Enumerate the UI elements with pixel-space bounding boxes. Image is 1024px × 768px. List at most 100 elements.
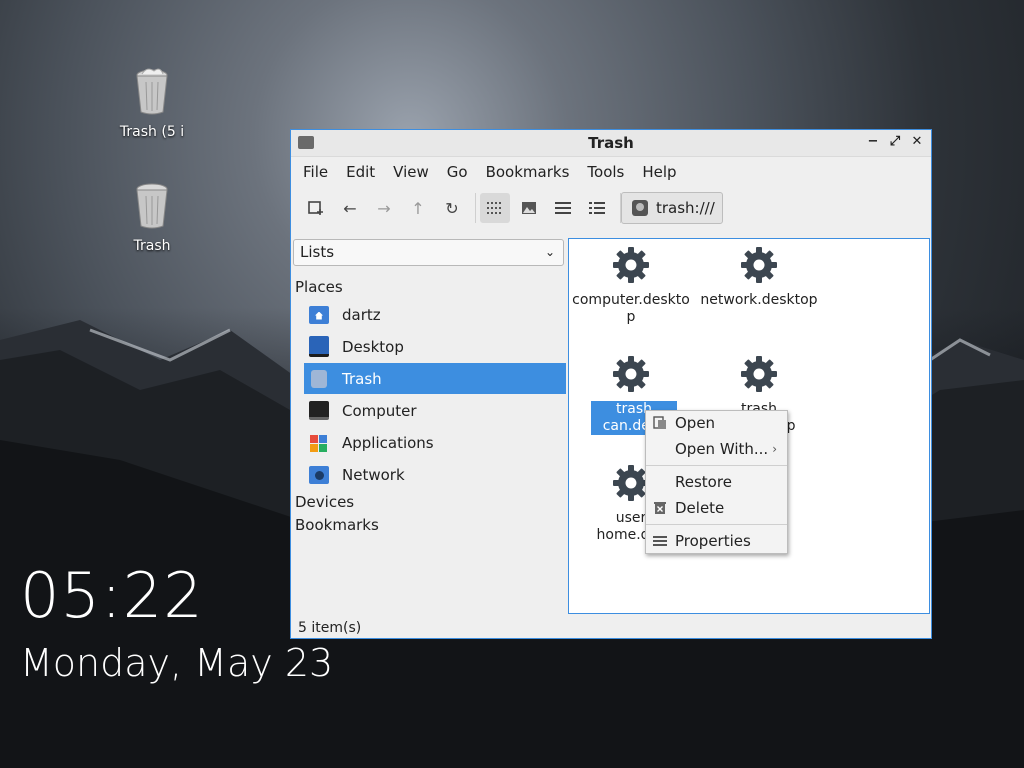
minimize-button[interactable]: − bbox=[865, 133, 881, 151]
arrow-up-icon: ↑ bbox=[411, 198, 425, 218]
trash-empty-icon bbox=[136, 183, 168, 229]
path-bar-label: trash:/// bbox=[656, 199, 715, 217]
clock-time: 05:22 bbox=[20, 559, 204, 632]
icon-view-button[interactable] bbox=[480, 193, 510, 223]
back-button[interactable]: ← bbox=[335, 193, 365, 223]
sidebar-item-label: Trash bbox=[342, 369, 382, 388]
sidebar-item-network[interactable]: Network bbox=[304, 459, 566, 490]
sidebar-mode-value: Lists bbox=[300, 243, 335, 261]
sidebar-item-label: Applications bbox=[342, 433, 434, 452]
reload-icon: ↻ bbox=[445, 198, 459, 218]
sidebar-item-dartz[interactable]: dartz bbox=[304, 299, 566, 330]
detail-list-icon bbox=[589, 202, 605, 214]
menu-help[interactable]: Help bbox=[634, 163, 684, 181]
image-icon bbox=[522, 202, 536, 214]
thumbnail-view-button[interactable] bbox=[514, 193, 544, 223]
menu-separator bbox=[646, 465, 787, 466]
places-heading[interactable]: Places bbox=[295, 278, 343, 296]
window-title: Trash bbox=[588, 134, 634, 152]
menu-item-restore[interactable]: Restore bbox=[646, 470, 787, 494]
trash-full-icon bbox=[136, 68, 168, 115]
menu-item-delete[interactable]: Delete bbox=[646, 496, 787, 520]
status-bar: 5 item(s) bbox=[298, 620, 362, 636]
sidebar-item-desktop[interactable]: Desktop bbox=[304, 331, 566, 362]
sidebar-item-label: Network bbox=[342, 465, 405, 484]
menu-item-properties[interactable]: Properties bbox=[646, 529, 787, 553]
properties-icon bbox=[653, 534, 667, 548]
menu-item-label: Properties bbox=[675, 532, 751, 550]
menu-tools[interactable]: Tools bbox=[579, 163, 632, 181]
file-name: network.desktop bbox=[700, 292, 818, 308]
menu-item-open-with[interactable]: Open With... › bbox=[646, 437, 787, 461]
menu-item-label: Open bbox=[675, 414, 716, 432]
maximize-button[interactable]: ⤢ bbox=[887, 133, 903, 151]
grid-icon bbox=[487, 202, 501, 214]
list-icon bbox=[555, 202, 571, 214]
menu-bar: File Edit View Go Bookmarks Tools Help bbox=[291, 157, 931, 187]
window-titlebar[interactable]: Trash − ⤢ ✕ bbox=[291, 130, 931, 157]
file-item[interactable]: computer.deskto p bbox=[571, 245, 691, 326]
menu-bookmarks[interactable]: Bookmarks bbox=[478, 163, 578, 181]
sidebar-item-label: Computer bbox=[342, 401, 417, 420]
sidebar-mode-select[interactable]: Lists ⌄ bbox=[293, 239, 564, 266]
delete-icon bbox=[653, 501, 667, 515]
menu-item-label: Open With... bbox=[675, 440, 769, 458]
new-tab-button[interactable] bbox=[301, 193, 331, 223]
open-icon bbox=[653, 416, 667, 430]
gear-icon bbox=[741, 356, 777, 392]
clock-date: Monday, May 23 bbox=[20, 641, 334, 685]
up-button[interactable]: ↑ bbox=[403, 193, 433, 223]
new-tab-icon bbox=[308, 201, 323, 215]
menu-go[interactable]: Go bbox=[439, 163, 476, 181]
chevron-right-icon: › bbox=[772, 442, 777, 456]
network-folder-icon bbox=[309, 465, 329, 484]
sidebar-item-label: Desktop bbox=[342, 337, 404, 356]
file-name: computer.deskto bbox=[572, 292, 690, 308]
gear-icon bbox=[613, 356, 649, 392]
desktop-icon-label: Trash (5 i bbox=[119, 124, 185, 140]
reload-button[interactable]: ↻ bbox=[437, 193, 467, 223]
applications-icon bbox=[309, 434, 329, 452]
trash-icon bbox=[311, 369, 327, 388]
file-item[interactable]: network.desktop bbox=[699, 245, 819, 309]
blank-icon bbox=[653, 442, 667, 456]
path-bar-button[interactable]: trash:/// bbox=[621, 192, 723, 224]
menu-separator bbox=[646, 524, 787, 525]
arrow-right-icon: → bbox=[377, 198, 391, 218]
menu-edit[interactable]: Edit bbox=[338, 163, 383, 181]
file-manager-window: Trash − ⤢ ✕ File Edit View Go Bookmarks … bbox=[290, 129, 932, 639]
detailed-view-button[interactable] bbox=[582, 193, 612, 223]
menu-item-label: Delete bbox=[675, 499, 725, 517]
compact-view-button[interactable] bbox=[548, 193, 578, 223]
menu-view[interactable]: View bbox=[385, 163, 437, 181]
chevron-down-icon: ⌄ bbox=[544, 245, 555, 259]
desktop-trash-full-icon[interactable]: Trash (5 i bbox=[107, 66, 197, 140]
sidebar-item-trash[interactable]: Trash bbox=[304, 363, 566, 394]
desktop-trash-icon[interactable]: Trash bbox=[107, 180, 197, 254]
sidebar-item-applications[interactable]: Applications bbox=[304, 427, 566, 458]
forward-button[interactable]: → bbox=[369, 193, 399, 223]
context-menu: Open Open With... › Restore Delete Prope… bbox=[645, 410, 788, 554]
bookmarks-heading[interactable]: Bookmarks bbox=[295, 516, 379, 534]
toolbar: ← → ↑ ↻ trash:/// bbox=[291, 187, 931, 229]
menu-file[interactable]: File bbox=[295, 163, 336, 181]
gear-icon bbox=[613, 247, 649, 283]
sidebar: Lists ⌄ Places dartz Desktop Trash Compu… bbox=[291, 238, 567, 608]
close-button[interactable]: ✕ bbox=[909, 133, 925, 151]
sidebar-item-computer[interactable]: Computer bbox=[304, 395, 566, 426]
desktop-clock: 05:22 Monday, May 23 bbox=[20, 560, 333, 686]
drive-icon bbox=[632, 200, 648, 216]
arrow-left-icon: ← bbox=[343, 198, 357, 218]
toolbar-separator bbox=[475, 193, 476, 223]
devices-heading[interactable]: Devices bbox=[295, 493, 354, 511]
menu-item-open[interactable]: Open bbox=[646, 411, 787, 435]
computer-icon bbox=[309, 401, 329, 420]
file-name-cont: p bbox=[626, 309, 636, 325]
home-folder-icon bbox=[309, 305, 329, 324]
blank-icon bbox=[653, 475, 667, 489]
sidebar-item-label: dartz bbox=[342, 305, 381, 324]
menu-item-label: Restore bbox=[675, 473, 732, 491]
desktop-icon bbox=[309, 336, 329, 357]
desktop-icon-label: Trash bbox=[133, 238, 171, 254]
gear-icon bbox=[741, 247, 777, 283]
